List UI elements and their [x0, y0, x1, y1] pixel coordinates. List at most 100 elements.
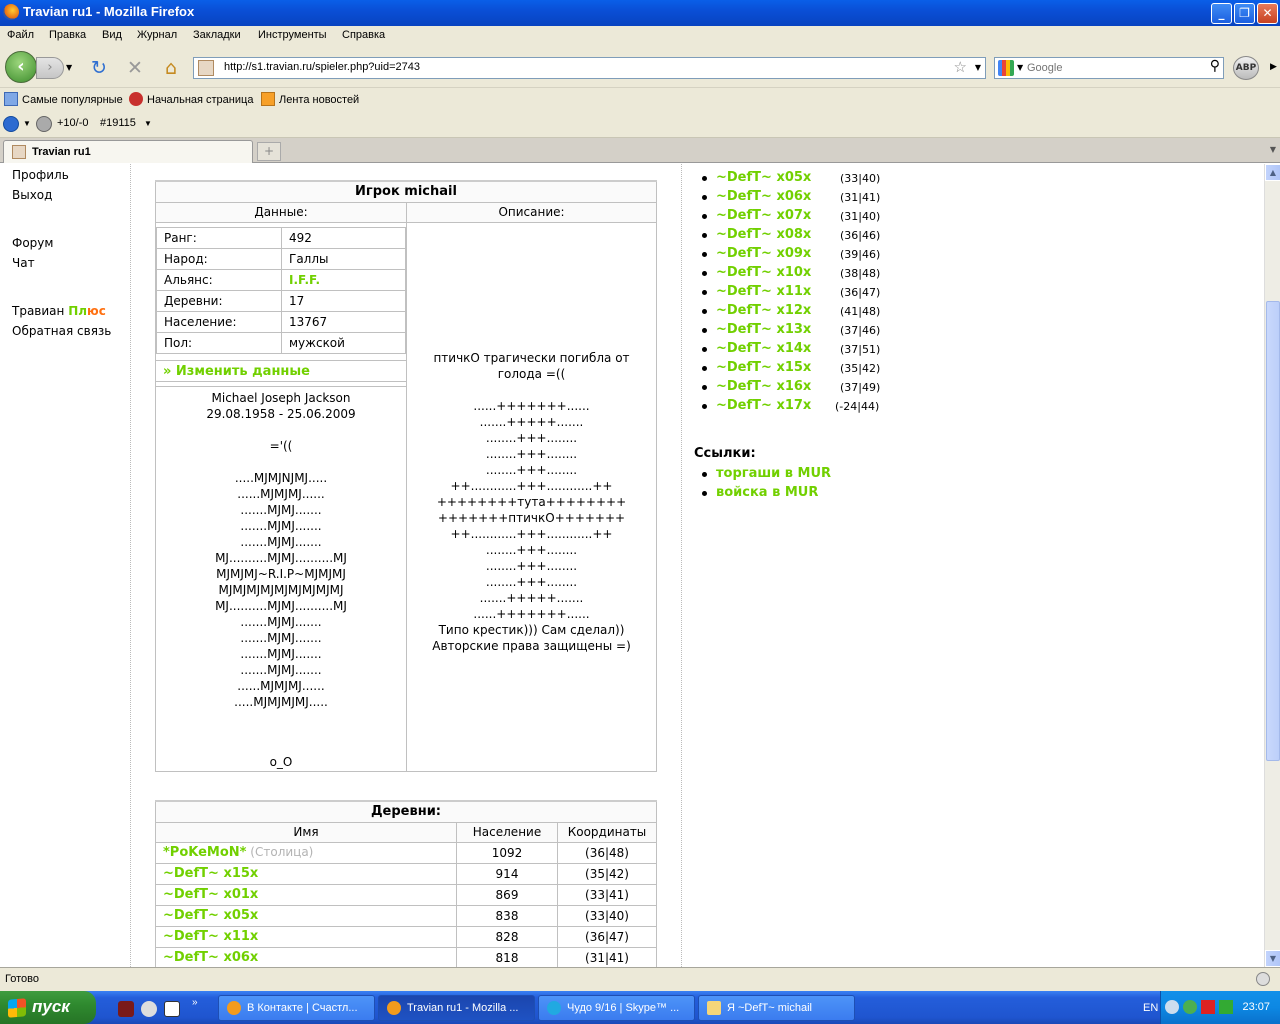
village-link[interactable]: ~DefT~ x15x: [716, 360, 811, 375]
bookmark-start-page[interactable]: Начальная страница: [129, 92, 253, 106]
task-travian[interactable]: Travian ru1 - Mozilla ...: [378, 995, 535, 1021]
adblock-plus-icon[interactable]: ABP: [1233, 56, 1259, 80]
addon-rank-dropdown-icon[interactable]: ▼: [144, 119, 152, 128]
village-link[interactable]: ~DefT~ x10x: [716, 265, 811, 280]
quicklaunch-opera-icon[interactable]: [141, 1001, 157, 1017]
task-skype[interactable]: Чудо 9/16 | Skype™ ...: [538, 995, 695, 1021]
start-button[interactable]: пуск: [0, 991, 96, 1024]
reload-icon[interactable]: ↻: [88, 58, 110, 78]
url-bar[interactable]: http://s1.travian.ru/spieler.php?uid=274…: [193, 57, 986, 79]
troops-link[interactable]: войска в MUR: [716, 485, 818, 500]
bookmark-star-icon[interactable]: ☆: [954, 58, 967, 76]
village-link[interactable]: ~DefT~ x13x: [716, 322, 811, 337]
village-link[interactable]: ~DefT~ x05x: [716, 170, 811, 185]
stop-icon[interactable]: ✕: [124, 58, 146, 78]
addon-rank[interactable]: #19115: [100, 117, 136, 129]
scroll-thumb[interactable]: [1266, 301, 1280, 761]
bookmark-news-feed[interactable]: Лента новостей: [261, 92, 359, 106]
village-link[interactable]: ~DefT~ x06x: [163, 950, 258, 965]
tab-travian[interactable]: Travian ru1: [3, 140, 253, 163]
quicklaunch-desktop-icon[interactable]: [164, 1001, 180, 1017]
alliance-link[interactable]: I.F.F.: [281, 268, 406, 291]
village-link[interactable]: ~DefT~ x15x: [163, 866, 258, 881]
menu-bookmarks[interactable]: Закладки: [193, 29, 241, 41]
task-folder[interactable]: Я ~DefT~ michail: [698, 995, 855, 1021]
maximize-button[interactable]: ❐: [1234, 3, 1255, 24]
search-engine-dropdown-icon[interactable]: ▼: [1017, 63, 1023, 72]
google-icon[interactable]: [998, 60, 1014, 76]
menu-file[interactable]: Файл: [7, 29, 34, 41]
village-link[interactable]: *PoKeMoN*: [163, 845, 246, 860]
clock: 23:07: [1242, 1001, 1270, 1013]
addon-dropdown-icon[interactable]: ▼: [23, 119, 31, 128]
tray-network-icon[interactable]: [1183, 1000, 1197, 1014]
tab-list-icon[interactable]: ▼: [1270, 145, 1276, 154]
toolbar-overflow-icon[interactable]: ▶: [1270, 62, 1277, 72]
quicklaunch-more-icon[interactable]: »: [192, 997, 198, 1008]
forward-arrow-icon[interactable]: ›: [36, 57, 64, 79]
sidebar-item-feedback[interactable]: Обратная связь: [12, 324, 111, 338]
village-link[interactable]: ~DefT~ x05x: [163, 908, 258, 923]
village-link[interactable]: ~DefT~ x09x: [716, 246, 811, 261]
village-link[interactable]: ~DefT~ x11x: [716, 284, 811, 299]
menu-view[interactable]: Вид: [102, 29, 122, 41]
village-coords: (31|41): [840, 191, 881, 204]
addon-search-icon[interactable]: [3, 116, 19, 132]
sidebar-item-travian-plus[interactable]: Травиан Плюс: [12, 304, 106, 318]
back-arrow-icon[interactable]: ‹: [5, 51, 37, 83]
col-name: Имя: [155, 821, 457, 843]
tray-kaspersky-icon[interactable]: [1201, 1000, 1215, 1014]
col-coords: Координаты: [557, 821, 657, 843]
edit-profile-link[interactable]: » Изменить данные: [163, 364, 310, 379]
scroll-down-icon[interactable]: ▼: [1265, 950, 1280, 967]
traders-link[interactable]: торгаши в MUR: [716, 466, 831, 481]
search-icon[interactable]: ⚲: [1210, 58, 1220, 74]
village-link[interactable]: ~DefT~ x08x: [716, 227, 811, 242]
close-button[interactable]: ✕: [1257, 3, 1278, 24]
villages-title: Деревни:: [155, 800, 657, 823]
village-link[interactable]: ~DefT~ x14x: [716, 341, 811, 356]
bullet: [702, 309, 707, 314]
resize-grip-icon[interactable]: [1256, 972, 1270, 986]
status-bar: Готово: [0, 967, 1280, 991]
tray-utm-icon[interactable]: [1219, 1000, 1233, 1014]
menu-edit[interactable]: Правка: [49, 29, 86, 41]
village-link[interactable]: ~DefT~ x06x: [716, 189, 811, 204]
scroll-up-icon[interactable]: ▲: [1265, 164, 1280, 181]
village-link[interactable]: ~DefT~ x11x: [163, 929, 258, 944]
url-text[interactable]: http://s1.travian.ru/spieler.php?uid=274…: [224, 61, 420, 73]
sidebar-item-forum[interactable]: Форум: [12, 236, 53, 250]
menu-help[interactable]: Справка: [342, 29, 385, 41]
addon-score[interactable]: +10/-0: [57, 117, 89, 129]
quicklaunch-app-icon[interactable]: [118, 1001, 134, 1017]
tray-arrow-icon[interactable]: [1165, 1000, 1179, 1014]
menu-tools[interactable]: Инструменты: [258, 29, 327, 41]
new-tab-button[interactable]: +: [257, 142, 281, 161]
history-dropdown-icon[interactable]: ▼: [66, 63, 72, 72]
village-link[interactable]: ~DefT~ x01x: [163, 887, 258, 902]
sidebar-item-logout[interactable]: Выход: [12, 188, 52, 202]
profile-desc-header: Описание:: [406, 201, 657, 223]
url-dropdown-icon[interactable]: ▼: [975, 63, 981, 72]
home-icon[interactable]: ⌂: [160, 58, 182, 78]
village-link[interactable]: ~DefT~ x16x: [716, 379, 811, 394]
tab-bar: Travian ru1 + ▼: [0, 138, 1280, 163]
links-title: Ссылки:: [694, 446, 756, 461]
sidebar-item-profile[interactable]: Профиль: [12, 168, 69, 182]
village-link[interactable]: ~DefT~ x12x: [716, 303, 811, 318]
village-link[interactable]: ~DefT~ x07x: [716, 208, 811, 223]
village-coords: (39|46): [840, 248, 881, 261]
rank-label: Ранг:: [156, 226, 282, 249]
sidebar-item-chat[interactable]: Чат: [12, 256, 35, 270]
minimize-button[interactable]: _: [1211, 3, 1232, 24]
village-link[interactable]: ~DefT~ x17x: [716, 398, 811, 413]
bookmark-most-visited[interactable]: Самые популярные: [4, 92, 123, 106]
vertical-scrollbar[interactable]: ▲ ▼: [1264, 164, 1280, 967]
language-indicator[interactable]: EN: [1143, 1002, 1158, 1014]
task-vkontakte[interactable]: В Контакте | Счастл...: [218, 995, 375, 1021]
search-input[interactable]: [1027, 60, 1197, 76]
menu-history[interactable]: Журнал: [137, 29, 177, 41]
search-bar[interactable]: ▼ ⚲: [994, 57, 1224, 79]
plus-label-rest: юс: [87, 304, 106, 318]
col-population: Население: [456, 821, 558, 843]
